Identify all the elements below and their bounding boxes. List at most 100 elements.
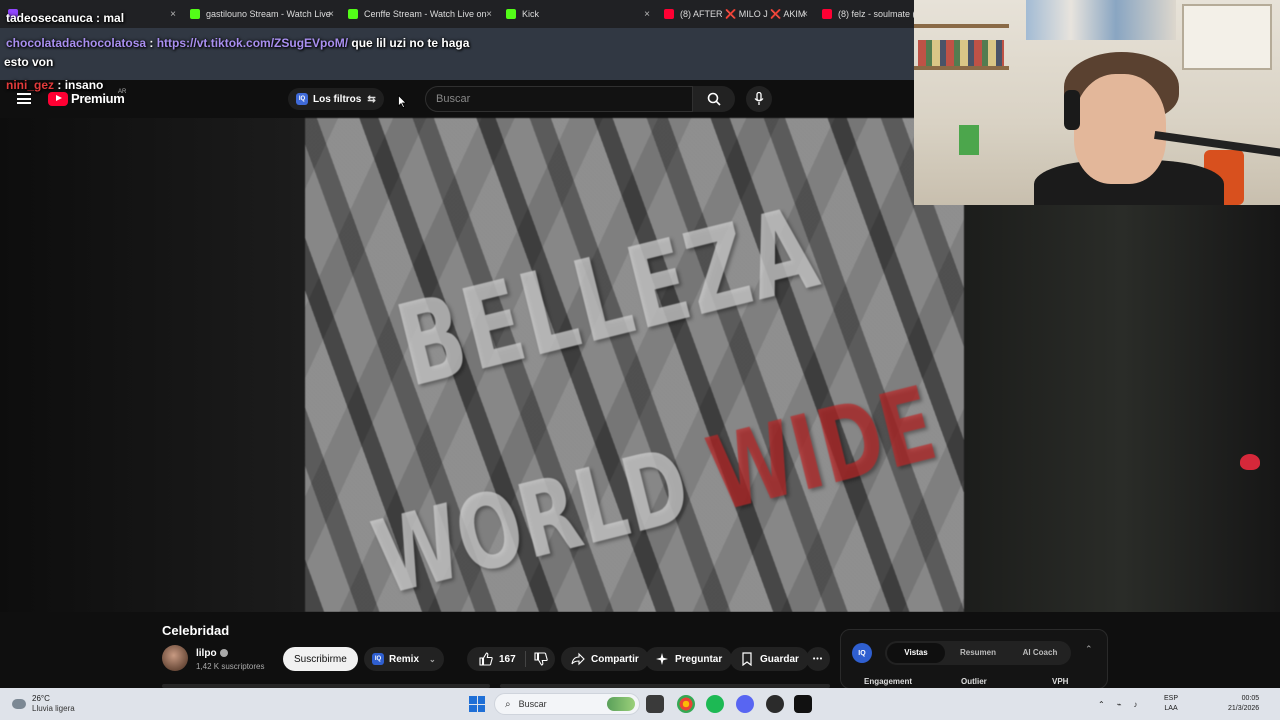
tune-icon: ⇆	[367, 93, 376, 105]
search-button[interactable]	[693, 86, 735, 112]
youtube-premium-logo[interactable]: Premium	[48, 91, 125, 106]
tab-close-icon[interactable]: ×	[644, 9, 650, 20]
windows-taskbar: 26°C Lluvia ligera ⌕ Buscar ⌃ ⌁ ♪ ESP LA…	[0, 688, 1280, 720]
more-icon: •••	[812, 655, 824, 663]
youtube-header: Premium AR IQ Los filtros ⇆	[0, 80, 914, 118]
screen: × gastilouno Stream - Watch Live × Cenff…	[0, 0, 1280, 720]
chat-text: insano	[64, 78, 104, 92]
subscriber-count: 1,42 K suscriptores	[196, 662, 265, 671]
tab-close-icon[interactable]: ×	[328, 9, 334, 20]
chat-username: tadeosecanuca	[6, 11, 93, 25]
like-dislike-group: 167	[467, 647, 555, 671]
search-icon	[707, 92, 721, 106]
dislike-button[interactable]	[526, 652, 555, 666]
microphone-icon	[754, 92, 764, 105]
browser-tab-gastilouno[interactable]: gastilouno Stream - Watch Live ×	[182, 0, 340, 28]
video-title: Celebridad	[162, 623, 230, 638]
filters-button[interactable]: IQ Los filtros ⇆	[288, 88, 384, 110]
browser-tab-kick[interactable]: Kick ×	[498, 0, 656, 28]
weather-temp: 26°C	[32, 694, 50, 703]
menu-icon[interactable]	[17, 93, 31, 104]
taskbar-search[interactable]: ⌕ Buscar	[494, 693, 640, 715]
system-clock[interactable]: 00:05 21/3/2026	[1228, 694, 1259, 714]
spotify-icon[interactable]	[706, 695, 724, 713]
youtube-play-icon	[48, 91, 68, 106]
iq-icon: IQ	[296, 93, 308, 105]
network-icon[interactable]: ⌁	[1117, 700, 1122, 709]
clock-time: 00:05	[1241, 695, 1260, 702]
chat-text: mal	[103, 11, 125, 25]
iq-tab-ai-coach[interactable]: AI Coach	[1011, 643, 1069, 663]
chat-message: chocolatadachocolatosa : https://vt.tikt…	[6, 36, 470, 50]
chat-message: nini_gez : insano	[6, 78, 104, 92]
language-indicator[interactable]: ESP LAA	[1164, 694, 1178, 714]
video-player[interactable]: BELLEZA WORLD WIDE .com	[305, 118, 964, 612]
verified-icon	[219, 649, 228, 657]
browser-tab-felz[interactable]: (8) felz - soulmate (v	[814, 0, 914, 28]
ambient-right	[964, 205, 1280, 612]
tab-close-icon[interactable]: ×	[486, 9, 492, 20]
chat-link[interactable]: https://vt.tiktok.com/ZSugEVpoM/	[157, 36, 348, 50]
tab-title: gastilouno Stream - Watch Live	[206, 9, 331, 19]
sparkle-icon	[656, 653, 668, 665]
iq-tab-vistas[interactable]: Vistas	[887, 643, 945, 663]
clock-date: 21/3/2026	[1228, 705, 1260, 712]
obs-icon[interactable]	[766, 695, 784, 713]
wall-art	[1026, 0, 1176, 40]
webcam-overlay	[914, 0, 1280, 205]
channel-name-row[interactable]: lilpo	[196, 648, 228, 659]
tiktok-icon[interactable]	[794, 695, 812, 713]
weather-widget[interactable]: 26°C Lluvia ligera	[12, 694, 75, 714]
shelf	[914, 24, 1009, 28]
filters-label: Los filtros	[313, 93, 362, 105]
shelf-items	[918, 40, 1004, 66]
wall-poster	[1182, 4, 1272, 70]
streamer-face	[1074, 74, 1166, 184]
discord-icon[interactable]	[736, 695, 754, 713]
browser-tab-after[interactable]: (8) AFTER ❌ MILO J ❌ AKIM ×	[656, 0, 814, 28]
tab-close-icon[interactable]: ×	[802, 9, 808, 20]
like-button[interactable]: 167	[467, 652, 525, 666]
search-highlight-icon	[607, 697, 635, 711]
save-button[interactable]: Guardar	[730, 647, 809, 671]
start-menu-icon[interactable]	[469, 696, 485, 712]
search-input[interactable]	[426, 87, 692, 111]
lang-bottom: LAA	[1164, 705, 1178, 712]
browser-tab-strip: × gastilouno Stream - Watch Live × Cenff…	[0, 0, 914, 28]
file-explorer-icon[interactable]	[646, 695, 664, 713]
channel-avatar[interactable]	[162, 645, 188, 671]
voice-search-button[interactable]	[746, 86, 772, 112]
kick-icon	[348, 9, 358, 19]
microphone-icon[interactable]: ♪	[1134, 700, 1138, 709]
iq-column-engagement: Engagement	[864, 677, 913, 686]
weather-desc: Lluvia ligera	[32, 704, 75, 713]
share-button[interactable]: Compartir	[561, 647, 649, 671]
subscribe-button[interactable]: Suscribirme	[283, 647, 358, 671]
remix-label: Remix	[389, 653, 420, 665]
chevron-up-icon[interactable]: ⌃	[1098, 700, 1105, 709]
tab-title: Cenffe Stream - Watch Live on	[364, 9, 487, 19]
tab-close-icon[interactable]: ×	[170, 9, 176, 20]
ask-label: Preguntar	[675, 653, 723, 665]
watermark-wide: WIDE	[697, 363, 947, 535]
more-actions-button[interactable]: •••	[806, 647, 830, 671]
country-code: AR	[118, 89, 127, 95]
iq-column-outlier: Outlier	[961, 677, 987, 686]
chat-username: nini_gez	[6, 78, 55, 92]
remix-button[interactable]: IQ Remix ⌄	[364, 647, 444, 671]
browser-tab-cenffe[interactable]: Cenffe Stream - Watch Live on ×	[340, 0, 498, 28]
chevron-down-icon: ⌄	[429, 654, 436, 664]
iq-tab-resumen[interactable]: Resumen	[949, 643, 1007, 663]
mouse-cursor-icon	[398, 95, 407, 108]
chrome-icon[interactable]	[677, 695, 695, 713]
heart-sticker-icon	[1240, 454, 1260, 470]
iq-tab-bar: Vistas Resumen AI Coach	[885, 641, 1071, 665]
chat-text: esto von	[4, 55, 54, 69]
brand-text: Premium	[71, 91, 125, 106]
iq-column-vph: VPH	[1052, 677, 1069, 686]
cloud-rain-icon	[12, 699, 26, 709]
chat-message: tadeosecanuca : mal	[6, 11, 125, 25]
kick-icon	[506, 9, 516, 19]
chevron-up-icon[interactable]: ⌃	[1085, 644, 1093, 655]
ask-button[interactable]: Preguntar	[645, 647, 733, 671]
